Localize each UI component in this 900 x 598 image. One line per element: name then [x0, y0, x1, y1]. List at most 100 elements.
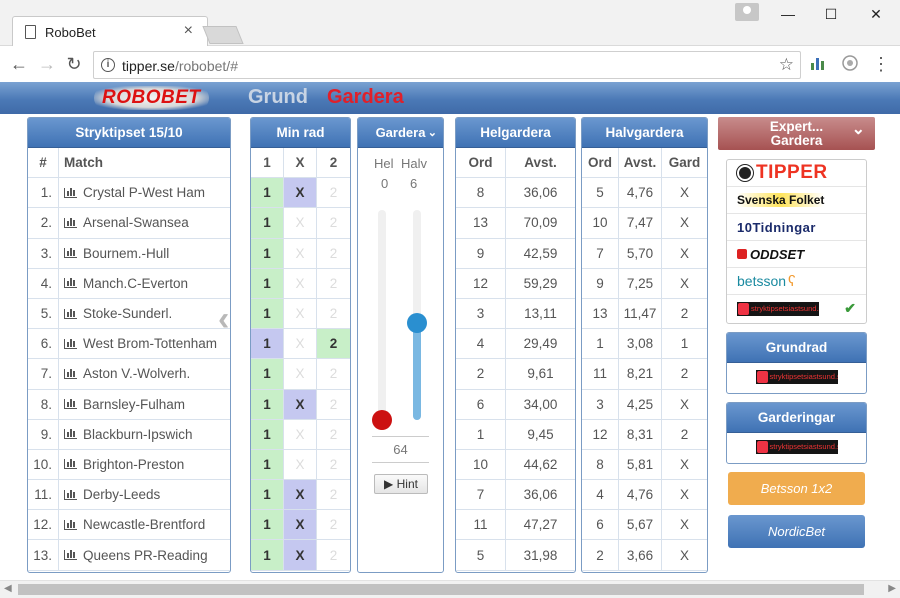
pick-cell-1[interactable]: 1	[251, 268, 284, 298]
pick-cell-1[interactable]: 1	[251, 238, 284, 268]
match-cell[interactable]: Aston V.-Wolverh.	[59, 359, 230, 388]
new-tab-button[interactable]	[202, 26, 244, 44]
address-bar[interactable]: i tipper.se/robobet/# ☆	[93, 51, 801, 79]
pick-cell-1[interactable]: 1	[251, 389, 284, 419]
reload-icon[interactable]: ↻	[63, 54, 85, 74]
expert-gardera-button[interactable]: Expert... Gardera ⌄	[718, 117, 875, 150]
match-cell[interactable]: West Brom-Tottenham	[59, 329, 230, 358]
pick-cell-x[interactable]: X	[284, 178, 317, 208]
gardera-panel-header[interactable]: Gardera ⌄	[358, 118, 443, 148]
source-svenska-folket[interactable]: Svenska Folket	[727, 187, 866, 214]
bar-chart-icon[interactable]	[64, 429, 77, 440]
pick-cell-2[interactable]: 2	[317, 178, 350, 207]
pick-cell-1[interactable]: 1	[251, 298, 284, 329]
minimize-button[interactable]: —	[773, 4, 803, 24]
pick-cell-2[interactable]: 2	[317, 329, 350, 359]
hel-track[interactable]	[378, 210, 386, 420]
pick-cell-2[interactable]: 2	[317, 540, 350, 569]
pick-cell-1[interactable]: 1	[251, 178, 284, 208]
pick-cell-1[interactable]: 1	[251, 480, 284, 510]
forward-icon[interactable]: →	[36, 54, 58, 74]
bar-chart-icon[interactable]	[64, 338, 77, 349]
source-tipper[interactable]: TIPPER	[727, 160, 866, 187]
pick-cell-1[interactable]: 1	[251, 359, 284, 389]
match-cell[interactable]: Stoke-Sunderl.	[59, 299, 230, 328]
pick-cell-2[interactable]: 2	[317, 359, 350, 388]
pick-cell-1[interactable]: 1	[251, 419, 284, 449]
menu-icon[interactable]: ⋮	[870, 54, 892, 74]
chart-extension-icon[interactable]	[809, 54, 827, 72]
pick-cell-2[interactable]: 2	[317, 269, 350, 298]
bar-chart-icon[interactable]	[64, 489, 77, 500]
source-betsson[interactable]: betsson ʕ	[727, 268, 866, 295]
scroll-left-icon[interactable]: ◀	[4, 583, 12, 594]
pick-cell-2[interactable]: 2	[317, 450, 350, 479]
collapse-chevron-icon[interactable]: ‹	[218, 300, 229, 339]
pick-cell-2[interactable]: 2	[317, 510, 350, 539]
pick-cell-x[interactable]: X	[284, 510, 317, 540]
match-cell[interactable]: Manch.C-Everton	[59, 269, 230, 298]
pick-cell-x[interactable]: X	[284, 268, 317, 298]
browser-tab[interactable]: RoboBet ×	[12, 16, 208, 46]
robobet-logo[interactable]: ROBOBET	[94, 86, 209, 110]
bookmark-star-icon[interactable]: ☆	[779, 55, 794, 75]
close-window-button[interactable]: ✕	[861, 4, 891, 24]
pick-cell-x[interactable]: X	[284, 449, 317, 480]
garderingar-panel[interactable]: Garderingar stryktipsetsiastsund.se	[726, 402, 867, 464]
match-cell[interactable]: Crystal P-West Ham	[59, 178, 230, 207]
betsson-1x2-button[interactable]: Betsson 1x2	[728, 472, 865, 505]
pick-cell-x[interactable]: X	[284, 480, 317, 510]
source-stryktipset[interactable]: stryktipsetsiastsund.se ✔	[727, 295, 866, 322]
hel-slider-knob[interactable]	[372, 410, 392, 430]
pick-cell-x[interactable]: X	[284, 298, 317, 329]
match-cell[interactable]: Brighton-Preston	[59, 450, 230, 479]
back-icon[interactable]: ←	[8, 54, 30, 74]
pick-cell-2[interactable]: 2	[317, 208, 350, 237]
nordicbet-button[interactable]: NordicBet	[728, 515, 865, 548]
pick-cell-1[interactable]: 1	[251, 540, 284, 570]
bar-chart-icon[interactable]	[64, 308, 77, 319]
match-cell[interactable]: Arsenal-Swansea	[59, 208, 230, 237]
bar-chart-icon[interactable]	[64, 187, 77, 198]
pick-cell-2[interactable]: 2	[317, 239, 350, 268]
bar-chart-icon[interactable]	[64, 368, 77, 379]
nav-gardera[interactable]: Gardera	[327, 86, 404, 109]
pick-cell-x[interactable]: X	[284, 359, 317, 389]
pick-cell-x[interactable]: X	[284, 238, 317, 268]
pick-cell-2[interactable]: 2	[317, 420, 350, 449]
pick-cell-2[interactable]: 2	[317, 480, 350, 509]
profile-icon[interactable]	[735, 3, 759, 21]
chevron-down-icon[interactable]: ⌄	[428, 118, 437, 148]
scroll-right-icon[interactable]: ▶	[888, 583, 896, 594]
pick-cell-2[interactable]: 2	[317, 390, 350, 419]
pick-cell-1[interactable]: 1	[251, 449, 284, 480]
info-icon[interactable]: i	[101, 58, 115, 72]
source-10tidningar[interactable]: 10Tidningar	[727, 214, 866, 241]
pick-cell-x[interactable]: X	[284, 389, 317, 419]
bar-chart-icon[interactable]	[64, 217, 77, 228]
pick-cell-x[interactable]: X	[284, 329, 317, 359]
scrollbar-thumb[interactable]	[18, 584, 864, 595]
match-cell[interactable]: Newcastle-Brentford	[59, 510, 230, 539]
pick-cell-1[interactable]: 1	[251, 208, 284, 238]
pick-cell-x[interactable]: X	[284, 419, 317, 449]
nav-grund[interactable]: Grund	[248, 86, 308, 109]
bar-chart-icon[interactable]	[64, 459, 77, 470]
bar-chart-icon[interactable]	[64, 278, 77, 289]
bar-chart-icon[interactable]	[64, 248, 77, 259]
horizontal-scrollbar[interactable]: ◀ ▶	[0, 580, 900, 598]
halv-slider-knob[interactable]	[407, 313, 427, 334]
bar-chart-icon[interactable]	[64, 399, 77, 410]
match-cell[interactable]: Blackburn-Ipswich	[59, 420, 230, 449]
pick-cell-1[interactable]: 1	[251, 329, 284, 359]
hint-button[interactable]: ▶ Hint	[374, 474, 428, 494]
bar-chart-icon[interactable]	[64, 550, 77, 561]
pick-cell-2[interactable]: 2	[317, 299, 350, 328]
grundrad-panel[interactable]: Grundrad stryktipsetsiastsund.se	[726, 332, 867, 394]
extension-icon[interactable]	[841, 54, 859, 72]
match-cell[interactable]: Bournem.-Hull	[59, 239, 230, 268]
maximize-button[interactable]: ☐	[816, 4, 846, 24]
match-cell[interactable]: Queens PR-Reading	[59, 540, 230, 569]
bar-chart-icon[interactable]	[64, 519, 77, 530]
pick-cell-x[interactable]: X	[284, 540, 317, 570]
